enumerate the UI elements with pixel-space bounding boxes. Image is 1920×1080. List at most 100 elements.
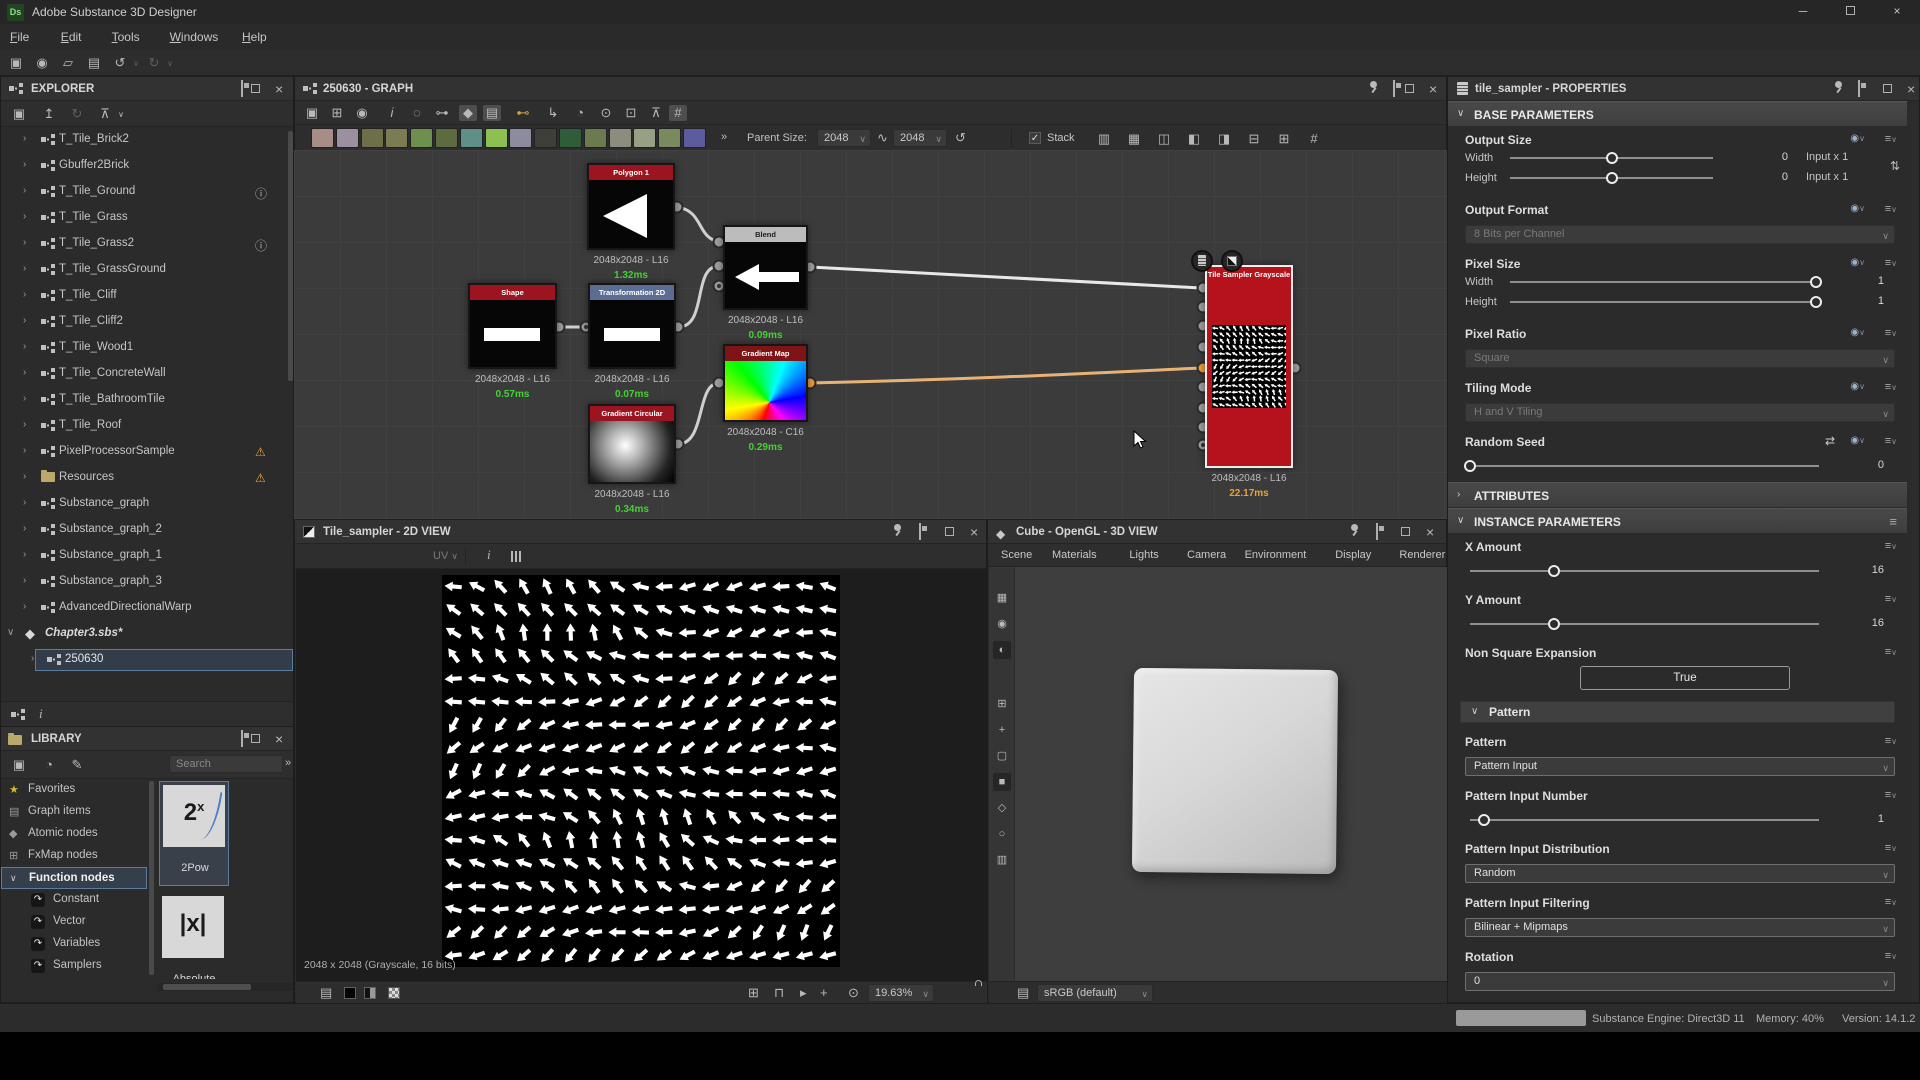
add-folder-icon[interactable]: ▣ — [11, 758, 27, 771]
chevron-right-icon[interactable]: › — [23, 367, 26, 378]
explorer-maximize-icon[interactable] — [251, 84, 260, 93]
dropdown-pixel-ratio[interactable]: Square∨ — [1465, 349, 1895, 368]
dropdown-output-format[interactable]: 8 Bits per Channel∨ — [1465, 225, 1895, 244]
undo-menu-chevron[interactable]: ∨ — [128, 60, 144, 68]
view2d-maximize-icon[interactable] — [945, 527, 954, 536]
chevron-right-icon[interactable]: › — [23, 393, 26, 404]
bg-black-swatch[interactable] — [344, 987, 356, 999]
parent-size-height-dropdown[interactable]: 2048∨ — [893, 129, 947, 147]
library-search-input[interactable] — [169, 755, 283, 773]
save-all-icon[interactable]: ▤ — [86, 56, 102, 69]
view3d-menu-display[interactable]: Display — [1335, 549, 1371, 561]
zoom-actual-icon[interactable]: ⊞ — [328, 105, 346, 121]
tree-item-substance-graph-3[interactable]: ›Substance_graph_3 — [1, 569, 295, 595]
gizmo-icon[interactable]: + — [993, 721, 1011, 739]
clean-chevron[interactable]: ∨ — [113, 111, 129, 119]
tree-item-t-tile-grass[interactable]: ›T_Tile_Grass — [1, 205, 295, 231]
preview-icon[interactable]: ⊡ — [622, 105, 640, 121]
size-link-icon[interactable]: ∿ — [877, 131, 888, 144]
stack-vertical-icon[interactable]: ◫ — [1155, 132, 1173, 145]
menu-windows[interactable]: Windows — [170, 30, 219, 44]
library-cat-graph-items[interactable]: ▤Graph items — [1, 801, 147, 823]
center-view-icon[interactable]: + — [820, 986, 828, 999]
wireframe-icon[interactable]: ▢ — [993, 747, 1011, 765]
tree-item-t-tile-ground[interactable]: ›T_Tile_Groundⓘ — [1, 179, 295, 205]
dropdown-tiling-mode[interactable]: H and V Tiling∨ — [1465, 403, 1895, 422]
graph-close-icon[interactable] — [1429, 82, 1437, 96]
slider-track[interactable] — [1470, 819, 1819, 821]
section-menu-icon[interactable]: ≡ — [1889, 514, 1897, 529]
shaded-view-icon[interactable]: ◐ — [993, 641, 1011, 659]
parent-size-width-dropdown[interactable]: 2048∨ — [817, 129, 871, 147]
redo-icon[interactable]: ↻ — [146, 56, 162, 69]
colorspace-icon[interactable]: ▤ — [1017, 986, 1029, 999]
light-icon[interactable]: ◉ — [993, 615, 1011, 633]
performance-icon[interactable]: ◔ — [571, 105, 589, 121]
dropdown-pattern[interactable]: Pattern Input∨ — [1465, 757, 1895, 776]
maximize-button[interactable] — [1846, 6, 1855, 15]
size-reset-icon[interactable]: ↺ — [955, 131, 966, 144]
info-tab-icon[interactable]: i — [39, 707, 43, 720]
atomic-svg-button[interactable] — [336, 128, 359, 148]
menu-edit[interactable]: Edit — [61, 30, 82, 44]
scene-select-icon[interactable]: ▦ — [993, 589, 1011, 607]
row-menu-icon[interactable]: ≡∨ — [1885, 896, 1897, 908]
texture-preview[interactable] — [442, 575, 840, 967]
library-cat-atomic-nodes[interactable]: ◆Atomic nodes — [1, 823, 147, 845]
background-mode-icon[interactable]: ▤ — [320, 986, 332, 999]
slider-knob[interactable] — [1606, 172, 1618, 184]
chevron-right-icon[interactable]: › — [23, 289, 26, 300]
atomic-levels-button[interactable] — [609, 128, 632, 148]
tree-item-advanceddirectionalwarp[interactable]: ›AdvancedDirectionalWarp — [1, 595, 295, 621]
row-menu-icon[interactable]: ≡∨ — [1885, 789, 1897, 801]
chevron-right-icon[interactable]: › — [23, 419, 26, 430]
stack-order-icon[interactable]: ▥ — [1095, 132, 1113, 145]
histogram-icon[interactable] — [511, 551, 524, 562]
row-menu-icon[interactable]: ≡∨ — [1885, 133, 1897, 145]
reload-icon[interactable]: ↻ — [69, 107, 85, 120]
slider-knob[interactable] — [1810, 296, 1822, 308]
distribute-icon[interactable]: ⊞ — [1275, 132, 1293, 145]
link-wh-icon[interactable]: ⇅ — [1890, 159, 1900, 173]
tree-item-t-tile-wood1[interactable]: ›T_Tile_Wood1 — [1, 335, 295, 361]
expose-parameter-icon[interactable]: ◉∨ — [1850, 133, 1865, 144]
slider-knob[interactable] — [1464, 460, 1476, 472]
tile-region-icon[interactable]: ▸ — [800, 986, 807, 999]
atomic-emboss-button[interactable] — [509, 128, 532, 148]
geometry-icon[interactable]: ◇ — [993, 799, 1011, 817]
open-icon[interactable]: ▱ — [60, 56, 76, 69]
tree-item-t-tile-brick2[interactable]: ›T_Tile_Brick2 — [1, 127, 295, 153]
undo-icon[interactable]: ↺ — [112, 56, 128, 69]
node-polygon[interactable]: Polygon 1 — [587, 163, 675, 250]
engine-icon[interactable]: ⊙ — [597, 105, 615, 121]
tree-item-t-tile-cliff2[interactable]: ›T_Tile_Cliff2 — [1, 309, 295, 335]
uv-mode-dropdown[interactable]: UV ∨ — [433, 550, 458, 562]
row-menu-icon[interactable]: ≡∨ — [1885, 327, 1897, 339]
solid-icon[interactable]: ■ — [993, 773, 1011, 791]
grid-icon[interactable]: ⊞ — [748, 986, 759, 999]
atomic-more-icon[interactable]: » — [721, 132, 727, 143]
tree-item-gbuffer2brick[interactable]: ›Gbuffer2Brick — [1, 153, 295, 179]
search-icon[interactable]: ◌ — [408, 105, 426, 121]
library-cat-variables[interactable]: ↷Variables — [1, 933, 147, 955]
redo-menu-chevron[interactable]: ∨ — [162, 60, 178, 68]
chevron-right-icon[interactable]: › — [31, 653, 34, 664]
dropdown-pattern-input-filtering[interactable]: Bilinear + Mipmaps∨ — [1465, 918, 1895, 937]
chevron-right-icon[interactable]: › — [23, 497, 26, 508]
chevron-down-icon[interactable]: ∨ — [7, 627, 14, 638]
explorer-float-icon[interactable] — [241, 80, 243, 97]
library-cat-vector[interactable]: ↷Vector — [1, 911, 147, 933]
explorer-scrollbar[interactable] — [288, 131, 293, 381]
graph-float-icon[interactable] — [1393, 80, 1395, 97]
view3d-close-icon[interactable] — [1426, 525, 1434, 539]
row-menu-icon[interactable]: ≡∨ — [1885, 735, 1897, 747]
node-ts[interactable]: Tile Sampler Grayscale — [1205, 265, 1293, 468]
close-button[interactable]: × — [1890, 4, 1904, 18]
tree-item-t-tile-cliff[interactable]: ›T_Tile_Cliff — [1, 283, 295, 309]
slider-knob[interactable] — [1606, 152, 1618, 164]
tree-tab-icon[interactable] — [11, 709, 25, 720]
row-menu-icon[interactable]: ≡∨ — [1885, 842, 1897, 854]
library-maximize-icon[interactable] — [251, 734, 260, 743]
library-close-icon[interactable] — [275, 732, 283, 746]
properties-float-icon[interactable] — [1858, 80, 1860, 97]
